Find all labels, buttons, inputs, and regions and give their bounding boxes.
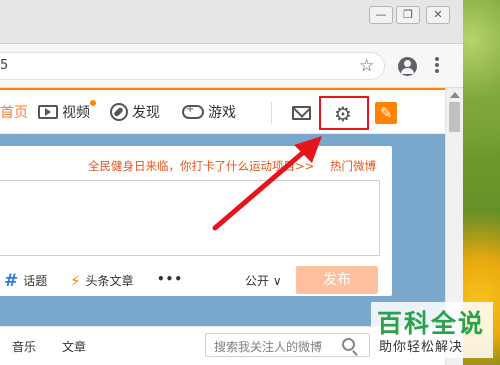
article-button[interactable]: ⚡ 头条文章 xyxy=(70,272,134,289)
search-input[interactable]: 搜索我关注人的微博 xyxy=(205,333,370,357)
watermark-title: 百科全说 xyxy=(377,309,486,338)
hash-icon: # xyxy=(4,270,19,291)
post-textarea[interactable] xyxy=(0,180,380,256)
topic-label: 话题 xyxy=(23,274,48,288)
hot-topic-link[interactable]: 全民健身日来临，你打卡了什么运动项目>> xyxy=(88,158,314,174)
watermark: 百科全说 助你轻松解决 xyxy=(371,302,493,358)
nav-home-label: 首页 xyxy=(0,105,28,121)
nav-find-label: 发现 xyxy=(132,105,160,121)
nav-divider xyxy=(271,102,272,124)
watermark-subtitle: 助你轻松解决 xyxy=(379,340,464,355)
more-tools-button[interactable]: ••• xyxy=(157,272,183,286)
compose-button[interactable]: ✎ xyxy=(375,102,397,124)
topic-button[interactable]: # 话题 xyxy=(4,272,47,289)
tab-music[interactable]: 音乐 xyxy=(12,338,36,355)
video-icon xyxy=(38,105,58,119)
nav-game-label: 游戏 xyxy=(208,105,236,121)
nav-video-label: 视频 xyxy=(62,105,90,121)
address-text: 5 xyxy=(0,58,9,73)
scroll-thumb[interactable] xyxy=(449,102,460,132)
gear-icon[interactable]: ⚙ xyxy=(333,104,353,124)
notification-dot xyxy=(90,100,96,106)
tab-article[interactable]: 文章 xyxy=(62,338,86,355)
address-bar[interactable]: 5 xyxy=(0,52,385,80)
more-menu-icon[interactable] xyxy=(434,57,440,75)
browser-toolbar: 5 ☆ xyxy=(0,44,463,88)
publish-button[interactable]: 发布 xyxy=(296,266,378,294)
scroll-up-icon[interactable] xyxy=(450,92,460,98)
search-placeholder: 搜索我关注人的微博 xyxy=(214,340,323,354)
minimize-button[interactable]: — xyxy=(369,6,393,24)
top-nav: 首页 视频 发现 游戏 ⚙ ✎ xyxy=(0,88,445,134)
compass-icon xyxy=(110,103,128,121)
nav-game[interactable]: 游戏 xyxy=(182,102,236,122)
visibility-dropdown[interactable]: 公开 ∨ xyxy=(245,272,282,289)
lightning-icon: ⚡ xyxy=(70,271,81,290)
nav-video[interactable]: 视频 xyxy=(38,100,96,122)
close-button[interactable]: ✕ xyxy=(426,6,450,24)
account-icon[interactable] xyxy=(398,57,417,76)
post-composer: 全民健身日来临，你打卡了什么运动项目>> 热门微博 # 话题 ⚡ 头条文章 ••… xyxy=(0,146,392,296)
nav-find[interactable]: 发现 xyxy=(110,102,160,122)
nav-home[interactable]: 首页 xyxy=(0,102,28,122)
restore-button[interactable]: ❐ xyxy=(396,6,420,24)
article-label: 头条文章 xyxy=(85,274,134,288)
search-icon[interactable] xyxy=(342,338,355,351)
hot-weibo-link[interactable]: 热门微博 xyxy=(330,158,376,174)
bookmark-star-icon[interactable]: ☆ xyxy=(359,58,374,75)
title-bar: — ❐ ✕ xyxy=(0,0,463,44)
mail-icon[interactable] xyxy=(292,106,311,120)
gamepad-icon xyxy=(182,104,204,119)
